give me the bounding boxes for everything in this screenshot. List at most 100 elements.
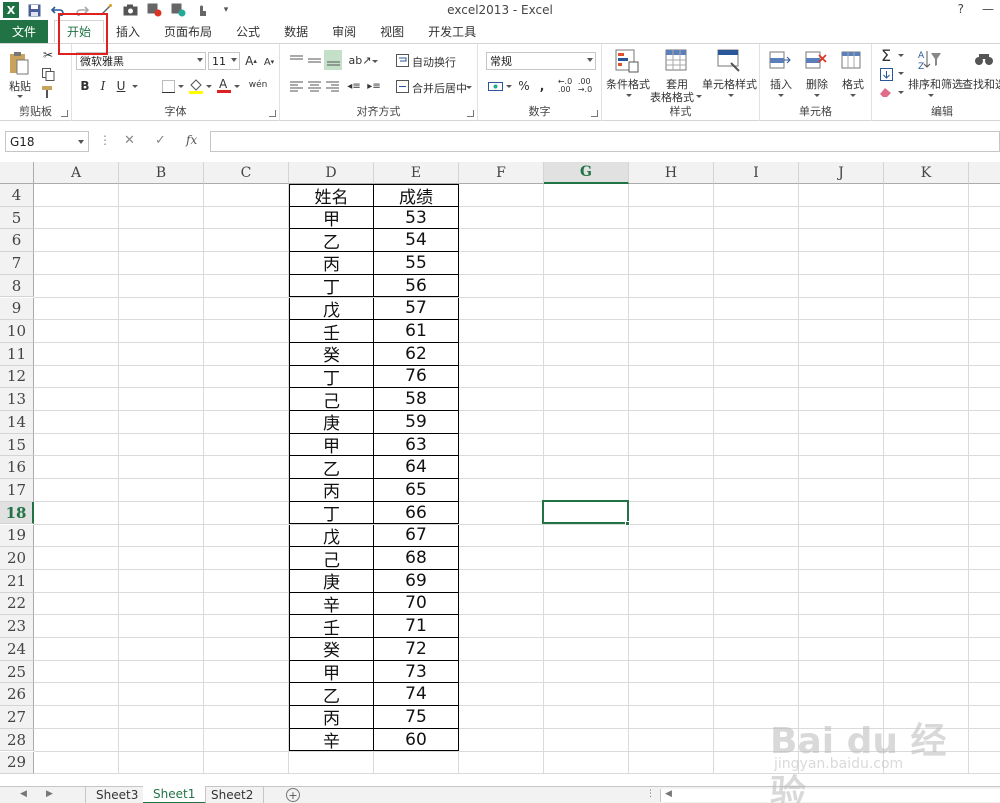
column-header-e[interactable]: E: [374, 162, 459, 184]
confirm-entry-button[interactable]: ✓: [155, 133, 166, 148]
score-cell[interactable]: 60: [374, 728, 459, 752]
wrap-text-button[interactable]: 自动换行: [412, 54, 456, 70]
sheet-bar-splitter-icon[interactable]: ⋮: [646, 789, 655, 799]
tab-file[interactable]: 文件: [0, 20, 48, 43]
row-header-12[interactable]: 12: [0, 365, 34, 389]
comma-button[interactable]: ,: [536, 78, 548, 94]
score-cell[interactable]: 54: [374, 229, 459, 253]
phonetic-icon[interactable]: wén: [249, 77, 268, 93]
insert-function-button[interactable]: fx: [186, 133, 197, 147]
score-cell[interactable]: 67: [374, 524, 459, 548]
row-header-19[interactable]: 19: [0, 524, 34, 548]
font-color-icon[interactable]: A: [216, 76, 232, 94]
tab-developer[interactable]: 开发工具: [416, 20, 488, 43]
row-header-10[interactable]: 10: [0, 320, 34, 343]
name-cell[interactable]: 乙: [289, 456, 374, 480]
score-cell[interactable]: 63: [374, 433, 459, 457]
italic-button[interactable]: I: [96, 78, 110, 94]
scroll-tabs-right-icon[interactable]: ▶: [46, 789, 53, 799]
formula-input[interactable]: [210, 131, 1000, 152]
column-header-i[interactable]: I: [714, 162, 799, 184]
scroll-tabs-left-icon[interactable]: ◀: [20, 789, 27, 799]
name-cell[interactable]: 丁: [289, 274, 374, 298]
font-launcher-icon[interactable]: [269, 110, 276, 117]
row-header-25[interactable]: 25: [0, 660, 34, 684]
name-cell[interactable]: 辛: [289, 592, 374, 616]
find-select-icon[interactable]: [972, 48, 996, 72]
active-cell-selection[interactable]: [542, 499, 629, 525]
scroll-left-icon[interactable]: ◀: [665, 789, 672, 799]
shrink-font-icon[interactable]: A ▾: [262, 54, 276, 70]
fill-color-icon[interactable]: [188, 77, 204, 95]
row-header-26[interactable]: 26: [0, 683, 34, 707]
name-cell[interactable]: 乙: [289, 229, 374, 253]
format-cells-icon[interactable]: [840, 48, 864, 72]
align-left-icon[interactable]: [288, 78, 304, 94]
select-all-corner[interactable]: [0, 162, 34, 184]
score-cell[interactable]: 57: [374, 297, 459, 321]
sheet-tab-sheet2[interactable]: Sheet2: [201, 786, 265, 803]
cut-icon[interactable]: ✂: [40, 47, 56, 63]
clear-icon[interactable]: [878, 84, 894, 100]
tab-formulas[interactable]: 公式: [224, 20, 272, 43]
score-cell[interactable]: 62: [374, 342, 459, 366]
align-top-icon[interactable]: [288, 52, 304, 68]
row-header-15[interactable]: 15: [0, 433, 34, 457]
name-cell[interactable]: 癸: [289, 342, 374, 366]
row-header-22[interactable]: 22: [0, 592, 34, 616]
tab-page-layout[interactable]: 页面布局: [152, 20, 224, 43]
row-header-6[interactable]: 6: [0, 229, 34, 253]
paste-icon[interactable]: [8, 50, 30, 76]
row-header-18[interactable]: 18: [0, 501, 34, 525]
align-bottom-icon[interactable]: [324, 50, 342, 70]
cancel-entry-button[interactable]: ✕: [124, 133, 135, 148]
row-header-23[interactable]: 23: [0, 615, 34, 638]
name-cell[interactable]: 壬: [289, 320, 374, 344]
sort-filter-button[interactable]: 排序和筛选: [908, 76, 963, 92]
decrease-decimal-icon[interactable]: .00 →.0: [576, 78, 594, 94]
number-format-combo[interactable]: 常规: [486, 52, 596, 70]
minimize-button[interactable]: —: [982, 2, 994, 16]
bold-button[interactable]: B: [78, 78, 92, 94]
cell-styles-button[interactable]: 单元格样式: [702, 76, 757, 92]
name-cell[interactable]: 庚: [289, 411, 374, 434]
insert-cells-button[interactable]: 插入: [770, 76, 792, 92]
score-cell[interactable]: 58: [374, 388, 459, 411]
copy-icon[interactable]: [40, 66, 56, 82]
row-header-29[interactable]: 29: [0, 751, 34, 775]
align-middle-icon[interactable]: [306, 52, 322, 68]
name-cell[interactable]: 己: [289, 388, 374, 412]
name-cell[interactable]: 甲: [289, 660, 374, 684]
sort-filter-icon[interactable]: AZ: [918, 48, 942, 72]
row-header-24[interactable]: 24: [0, 638, 34, 661]
align-right-icon[interactable]: [324, 78, 340, 94]
decrease-indent-icon[interactable]: ◂≡: [346, 78, 362, 94]
tab-data[interactable]: 数据: [272, 20, 320, 43]
row-header-28[interactable]: 28: [0, 728, 34, 752]
name-cell[interactable]: 戊: [289, 297, 374, 321]
name-cell[interactable]: 乙: [289, 683, 374, 707]
score-cell[interactable]: 55: [374, 252, 459, 275]
row-header-4[interactable]: 4: [0, 184, 34, 207]
accounting-format-icon[interactable]: [486, 78, 504, 94]
borders-icon[interactable]: [160, 78, 176, 94]
fill-icon[interactable]: [878, 66, 894, 82]
header-name-cell[interactable]: 姓名: [289, 184, 374, 208]
worksheet-grid[interactable]: ABCDEFGHIJK 4 5 6 7 8 9 10 11 12 13 14 15 16 17 18 19 20…: [0, 162, 1000, 786]
row-header-20[interactable]: 20: [0, 547, 34, 570]
row-header-8[interactable]: 8: [0, 274, 34, 298]
help-button[interactable]: ?: [958, 2, 964, 16]
score-cell[interactable]: 56: [374, 274, 459, 298]
column-header-g[interactable]: G: [544, 162, 629, 184]
merge-center-icon[interactable]: [394, 78, 410, 94]
autosum-icon[interactable]: Σ: [878, 46, 894, 65]
score-cell[interactable]: 73: [374, 660, 459, 684]
row-header-14[interactable]: 14: [0, 411, 34, 434]
column-header-c[interactable]: C: [204, 162, 289, 184]
row-header-5[interactable]: 5: [0, 206, 34, 230]
merge-center-button[interactable]: 合并后居中: [412, 80, 467, 96]
score-cell[interactable]: 59: [374, 411, 459, 434]
name-cell[interactable]: 丙: [289, 706, 374, 729]
score-cell[interactable]: 71: [374, 615, 459, 638]
name-cell[interactable]: 丁: [289, 365, 374, 389]
